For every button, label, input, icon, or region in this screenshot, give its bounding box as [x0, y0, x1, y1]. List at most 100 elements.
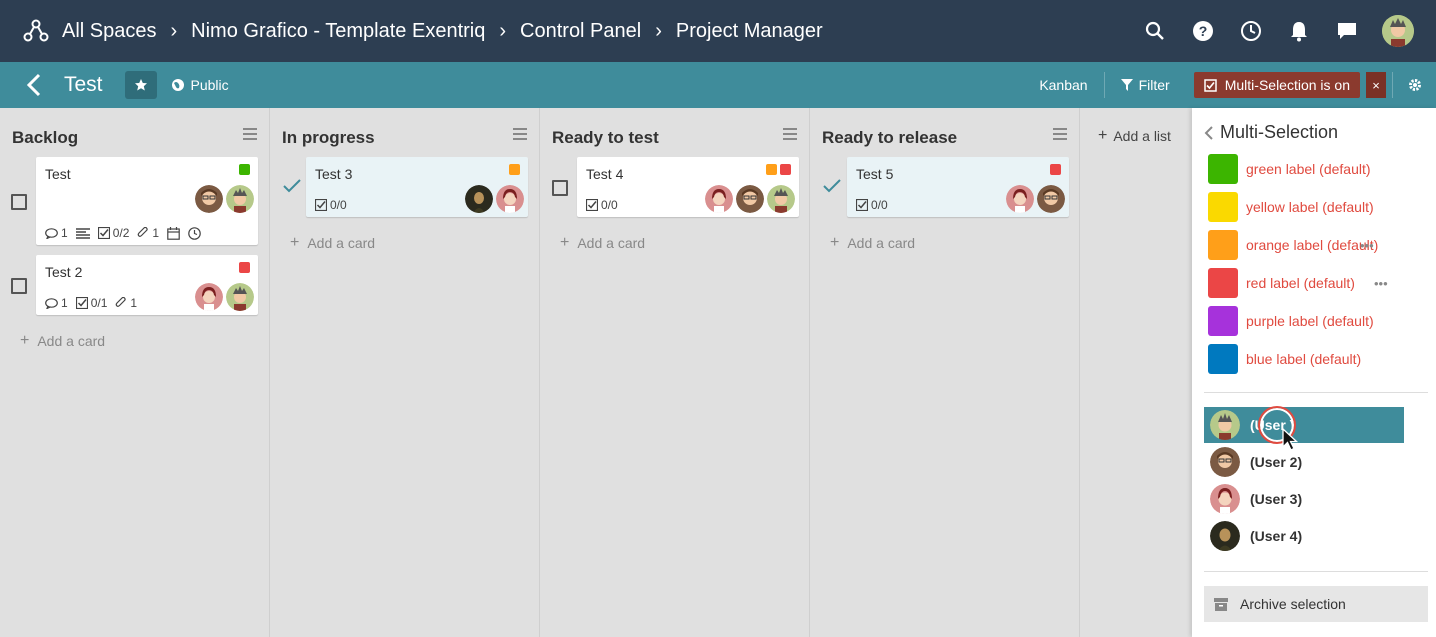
description-icon: [75, 227, 90, 239]
member-avatar[interactable]: [496, 185, 524, 213]
card-test-2[interactable]: Test 2 1 0/1 1: [36, 255, 258, 315]
list-menu-icon[interactable]: [1053, 128, 1067, 143]
attachments-badge: 1: [137, 226, 159, 240]
selected-check-icon[interactable]: [282, 178, 302, 194]
add-card-button[interactable]: + Add a card: [20, 332, 105, 350]
back-arrow-icon[interactable]: [14, 62, 54, 108]
checklist-icon: [75, 297, 88, 309]
spaces-logo-icon[interactable]: [22, 17, 50, 45]
label-item-red[interactable]: red label (default): [1208, 268, 1428, 298]
card-test-3[interactable]: Test 3 0/0: [306, 157, 528, 217]
member-avatar[interactable]: [465, 185, 493, 213]
breadcrumb-control-panel[interactable]: Control Panel: [520, 20, 641, 43]
add-card-label: Add a card: [847, 235, 916, 251]
selected-check-icon[interactable]: [822, 178, 842, 194]
breadcrumb-space[interactable]: Nimo Grafico - Template Exentriq: [191, 20, 485, 43]
member-avatar[interactable]: [767, 185, 795, 213]
card-select-checkbox[interactable]: [11, 278, 27, 294]
checklist-badge: 0/0: [856, 198, 888, 212]
label-item-green[interactable]: green label (default): [1208, 154, 1428, 184]
label-item-orange[interactable]: orange label (default): [1208, 230, 1428, 260]
filter-button[interactable]: Filter: [1105, 72, 1186, 98]
help-icon[interactable]: ?: [1190, 18, 1216, 44]
list-menu-icon[interactable]: [243, 128, 257, 143]
more-icon[interactable]: •••: [1360, 238, 1374, 253]
card-test-5[interactable]: Test 5 0/0: [847, 157, 1069, 217]
member-item-user-3[interactable]: (User 3): [1204, 481, 1404, 517]
member-avatar[interactable]: [226, 283, 254, 311]
member-avatar[interactable]: [226, 185, 254, 213]
card-title: Test: [45, 166, 71, 182]
label-item-blue[interactable]: blue label (default): [1208, 344, 1428, 374]
member-item-user-2[interactable]: (User 2): [1204, 444, 1404, 480]
user-avatar[interactable]: [1382, 15, 1414, 47]
add-card-button[interactable]: + Add a card: [290, 234, 375, 252]
label-swatch: [1208, 154, 1238, 184]
list-menu-icon[interactable]: [783, 128, 797, 143]
view-label: Kanban: [1039, 77, 1088, 93]
list-title[interactable]: In progress: [282, 128, 375, 148]
checkbox-checked-icon: [1203, 78, 1217, 92]
attachments-count: 1: [130, 296, 138, 310]
member-avatar[interactable]: [705, 185, 733, 213]
add-card-label: Add a card: [307, 235, 376, 251]
more-icon[interactable]: •••: [1374, 276, 1388, 291]
comments-count: 1: [61, 226, 68, 240]
card-select-checkbox[interactable]: [552, 180, 568, 196]
close-multi-selection-button[interactable]: ×: [1366, 72, 1386, 98]
list-title[interactable]: Ready to release: [822, 128, 957, 148]
checklist-icon: [315, 199, 327, 211]
member-avatar[interactable]: [195, 185, 223, 213]
comment-icon: [45, 227, 58, 239]
label-item-yellow[interactable]: yellow label (default): [1208, 192, 1428, 222]
view-switcher[interactable]: Kanban: [1023, 72, 1105, 98]
list-title[interactable]: Ready to test: [552, 128, 659, 148]
board-title[interactable]: Test: [64, 73, 103, 97]
star-button[interactable]: [124, 71, 157, 99]
member-name: (User 3): [1250, 491, 1303, 507]
multi-selection-badge[interactable]: Multi-Selection is on: [1193, 72, 1360, 98]
add-list-button[interactable]: + Add a list: [1098, 127, 1171, 145]
attachments-badge: 1: [115, 296, 137, 310]
search-icon[interactable]: [1142, 18, 1168, 44]
list-in-progress: In progress Test 3 0/0 + Add a card: [270, 108, 540, 637]
breadcrumb-project-manager[interactable]: Project Manager: [676, 20, 823, 43]
label-item-purple[interactable]: purple label (default): [1208, 306, 1428, 336]
add-card-label: Add a card: [577, 235, 646, 251]
checklist-badge: 0/2: [97, 226, 129, 240]
card-test-4[interactable]: Test 4 0/0: [577, 157, 799, 217]
paperclip-icon: [116, 297, 127, 307]
card-select-checkbox[interactable]: [11, 194, 27, 210]
breadcrumb-all-spaces[interactable]: All Spaces: [62, 20, 157, 43]
visibility-toggle[interactable]: Public: [171, 77, 229, 93]
clock-icon[interactable]: [1238, 18, 1264, 44]
member-avatar[interactable]: [1006, 185, 1034, 213]
add-card-button[interactable]: + Add a card: [560, 234, 645, 252]
attachments-count: 1: [152, 226, 160, 240]
list-title[interactable]: Backlog: [12, 128, 78, 148]
bell-icon[interactable]: [1286, 18, 1312, 44]
member-avatar[interactable]: [736, 185, 764, 213]
paperclip-icon: [138, 227, 149, 237]
plus-icon: +: [830, 234, 840, 251]
label-swatch: [1208, 344, 1238, 374]
member-avatar[interactable]: [1037, 185, 1065, 213]
checklist-count: 0/0: [871, 198, 888, 212]
red-label: [239, 262, 250, 273]
member-item-user-1[interactable]: (User ): [1204, 407, 1404, 443]
list-ready-to-release: Ready to release Test 5 0/0 + Add a card: [810, 108, 1080, 637]
plus-icon: +: [20, 332, 30, 349]
chat-icon[interactable]: [1334, 18, 1360, 44]
list-menu-icon[interactable]: [513, 128, 527, 143]
add-card-button[interactable]: + Add a card: [830, 234, 915, 252]
globe-icon: [171, 79, 184, 91]
sidebar-title[interactable]: Multi-Selection: [1204, 122, 1338, 143]
label-name: yellow label (default): [1246, 199, 1374, 215]
member-item-user-4[interactable]: (User 4): [1204, 518, 1404, 554]
chevron-right-icon: ›: [655, 19, 662, 42]
card-test[interactable]: Test 1 0/2 1: [36, 157, 258, 245]
archive-selection-button[interactable]: Archive selection: [1204, 586, 1428, 622]
member-avatar[interactable]: [195, 283, 223, 311]
gear-icon[interactable]: [1392, 72, 1436, 98]
sidebar-title-label: Multi-Selection: [1220, 122, 1339, 142]
